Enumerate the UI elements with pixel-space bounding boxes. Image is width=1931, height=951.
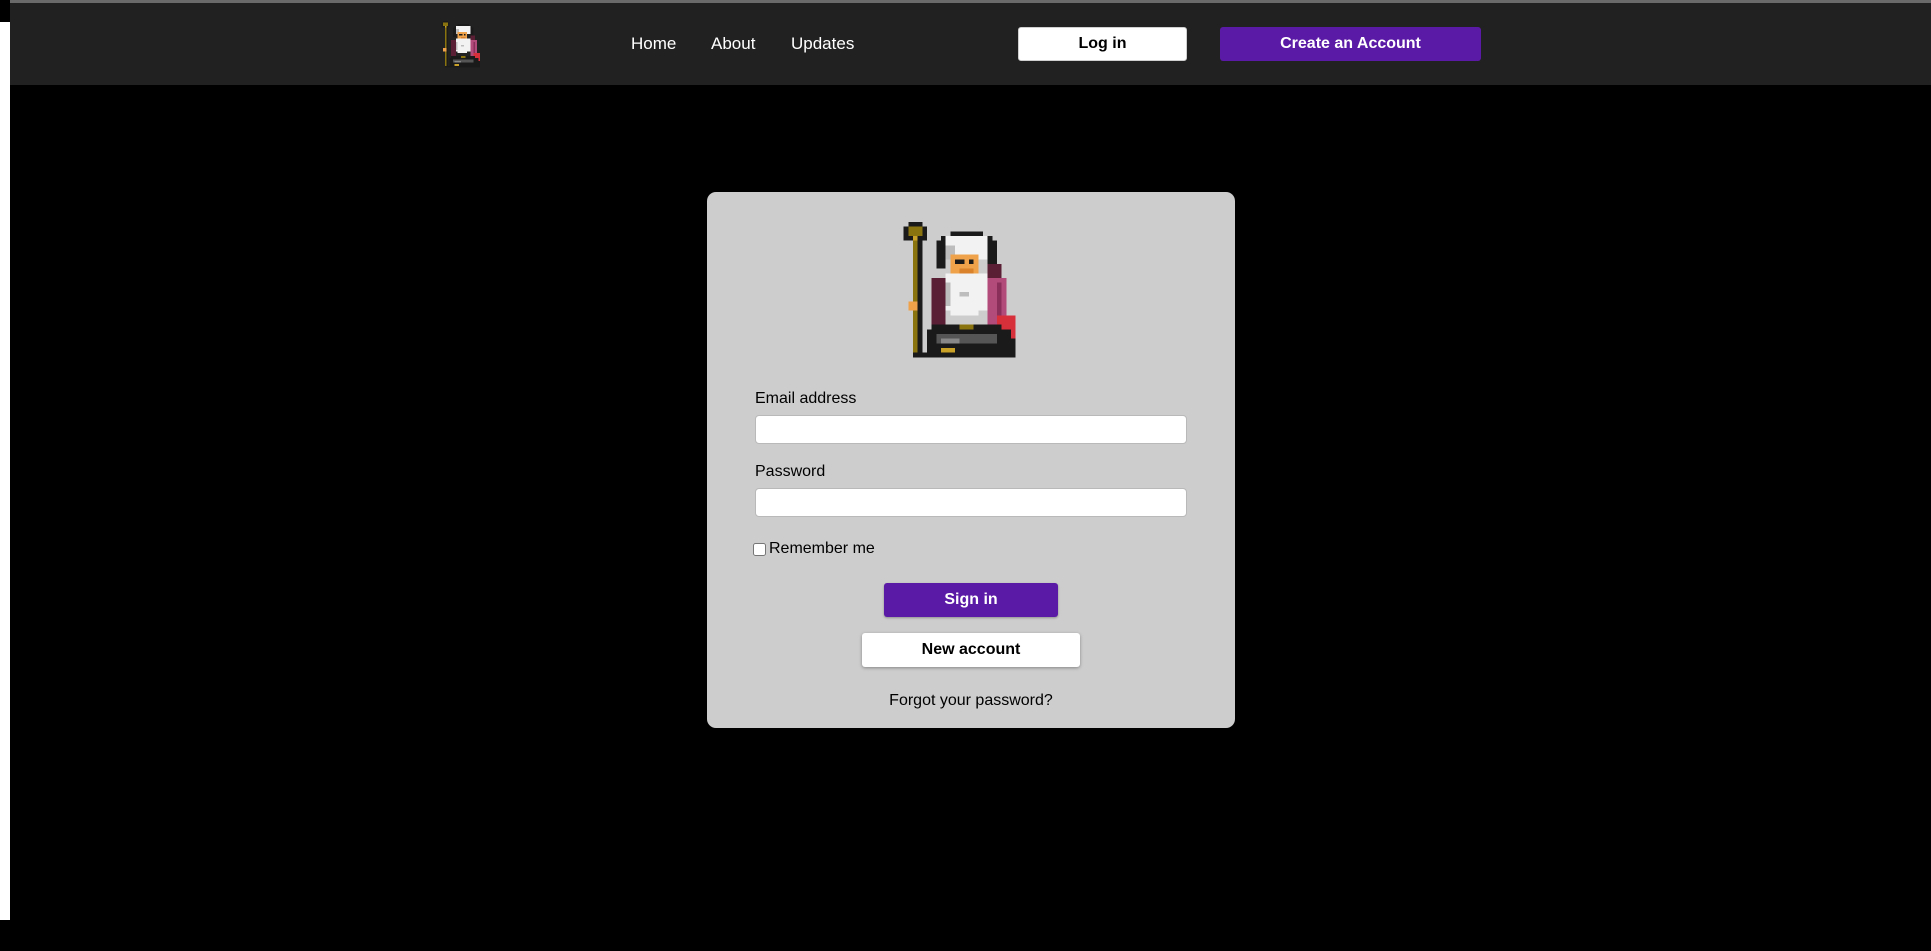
new-account-button[interactable]: New account bbox=[862, 633, 1080, 667]
top-navbar: Home About Updates Log in Create an Acco… bbox=[10, 3, 1931, 85]
email-field[interactable] bbox=[755, 415, 1187, 444]
password-field[interactable] bbox=[755, 488, 1187, 517]
email-label: Email address bbox=[755, 390, 857, 407]
nav-home-link[interactable]: Home bbox=[631, 34, 676, 54]
window-edge bbox=[0, 0, 10, 951]
forgot-password-link[interactable]: Forgot your password? bbox=[707, 692, 1235, 710]
remember-me-checkbox[interactable] bbox=[753, 542, 766, 556]
remember-me-label: Remember me bbox=[769, 540, 875, 557]
sign-in-button[interactable]: Sign in bbox=[884, 583, 1058, 617]
nav-updates-link[interactable]: Updates bbox=[791, 34, 854, 54]
password-label: Password bbox=[755, 463, 826, 480]
create-account-button[interactable]: Create an Account bbox=[1220, 27, 1481, 61]
login-button[interactable]: Log in bbox=[1018, 27, 1187, 61]
login-card: Email address Password Remember me Sign … bbox=[707, 192, 1235, 728]
wizard-sprite-icon bbox=[894, 222, 1044, 362]
remember-me-row: Remember me bbox=[753, 540, 875, 558]
wizard-logo-icon[interactable] bbox=[440, 21, 488, 69]
nav-about-link[interactable]: About bbox=[711, 34, 755, 54]
